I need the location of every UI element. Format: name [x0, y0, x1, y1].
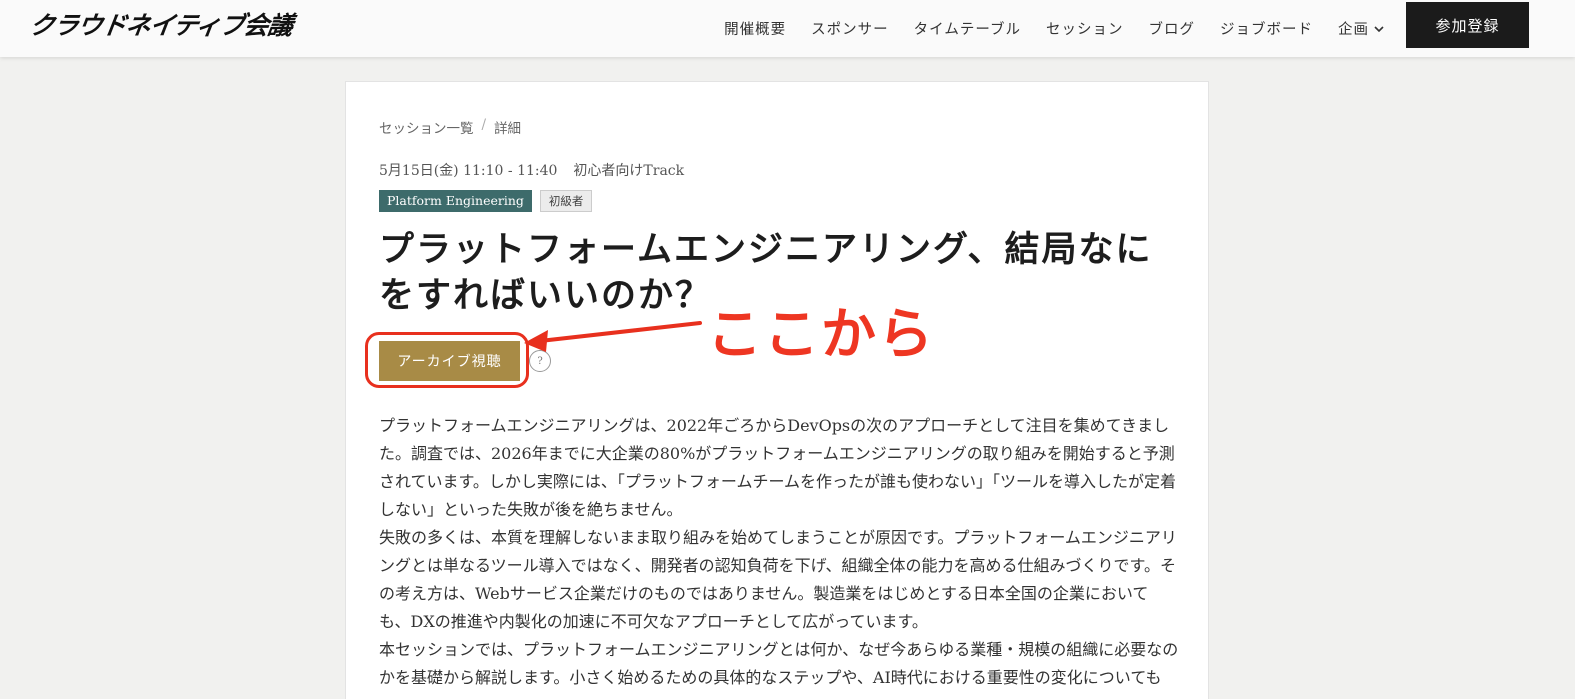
session-title: プラットフォームエンジニアリング、結局なにをすればいいのか？ — [379, 229, 1153, 316]
session-card: セッション一覧 / 詳細 5月15日(金) 11:10 - 11:40 初心者向… — [345, 81, 1209, 699]
session-tags: Platform Engineering 初級者 — [379, 190, 593, 212]
nav-item-projects-label: 企画 — [1338, 22, 1369, 38]
help-icon[interactable]: ? — [529, 350, 551, 372]
main-nav: 開催概要 スポンサー タイムテーブル セッション ブログ ジョブボード 企画 — [699, 0, 1385, 57]
description-paragraph: プラットフォームエンジニアリングは、2022年ごろからDevOpsの次のアプロー… — [379, 416, 1176, 519]
nav-item-blog[interactable]: ブログ — [1149, 18, 1196, 39]
nav-item-projects[interactable]: 企画 — [1338, 18, 1385, 39]
breadcrumb-separator: / — [481, 117, 487, 133]
site-header: クラウドネイティブ会議 開催概要 スポンサー タイムテーブル セッション ブログ… — [0, 0, 1575, 57]
category-tag: Platform Engineering — [379, 190, 532, 212]
nav-item-sponsor[interactable]: スポンサー — [811, 18, 889, 39]
nav-item-overview[interactable]: 開催概要 — [724, 18, 786, 39]
nav-item-jobboard[interactable]: ジョブボード — [1220, 18, 1313, 39]
level-tag: 初級者 — [539, 190, 593, 212]
session-description: プラットフォームエンジニアリングは、2022年ごろからDevOpsの次のアプロー… — [379, 412, 1179, 692]
chevron-down-icon — [1374, 25, 1384, 32]
session-track: 初心者向けTrack — [573, 163, 685, 179]
register-button[interactable]: 参加登録 — [1406, 2, 1529, 48]
breadcrumb-session-list[interactable]: セッション一覧 — [379, 117, 474, 137]
session-meta: 5月15日(金) 11:10 - 11:40 初心者向けTrack — [379, 160, 684, 180]
nav-item-session[interactable]: セッション — [1046, 18, 1124, 39]
breadcrumb: セッション一覧 / 詳細 — [379, 117, 521, 137]
nav-item-timetable[interactable]: タイムテーブル — [914, 18, 1021, 39]
description-paragraph: 本セッションでは、プラットフォームエンジニアリングとは何か、なぜ今あらゆる業種・… — [379, 640, 1179, 687]
breadcrumb-current: 詳細 — [494, 121, 522, 137]
description-paragraph: 失敗の多くは、本質を理解しないまま取り組みを始めてしまうことが原因です。プラット… — [379, 528, 1177, 631]
site-logo[interactable]: クラウドネイティブ会議 — [27, 6, 294, 42]
session-schedule: 5月15日(金) 11:10 - 11:40 — [379, 163, 558, 179]
archive-view-button[interactable]: アーカイブ視聴 — [379, 341, 520, 381]
